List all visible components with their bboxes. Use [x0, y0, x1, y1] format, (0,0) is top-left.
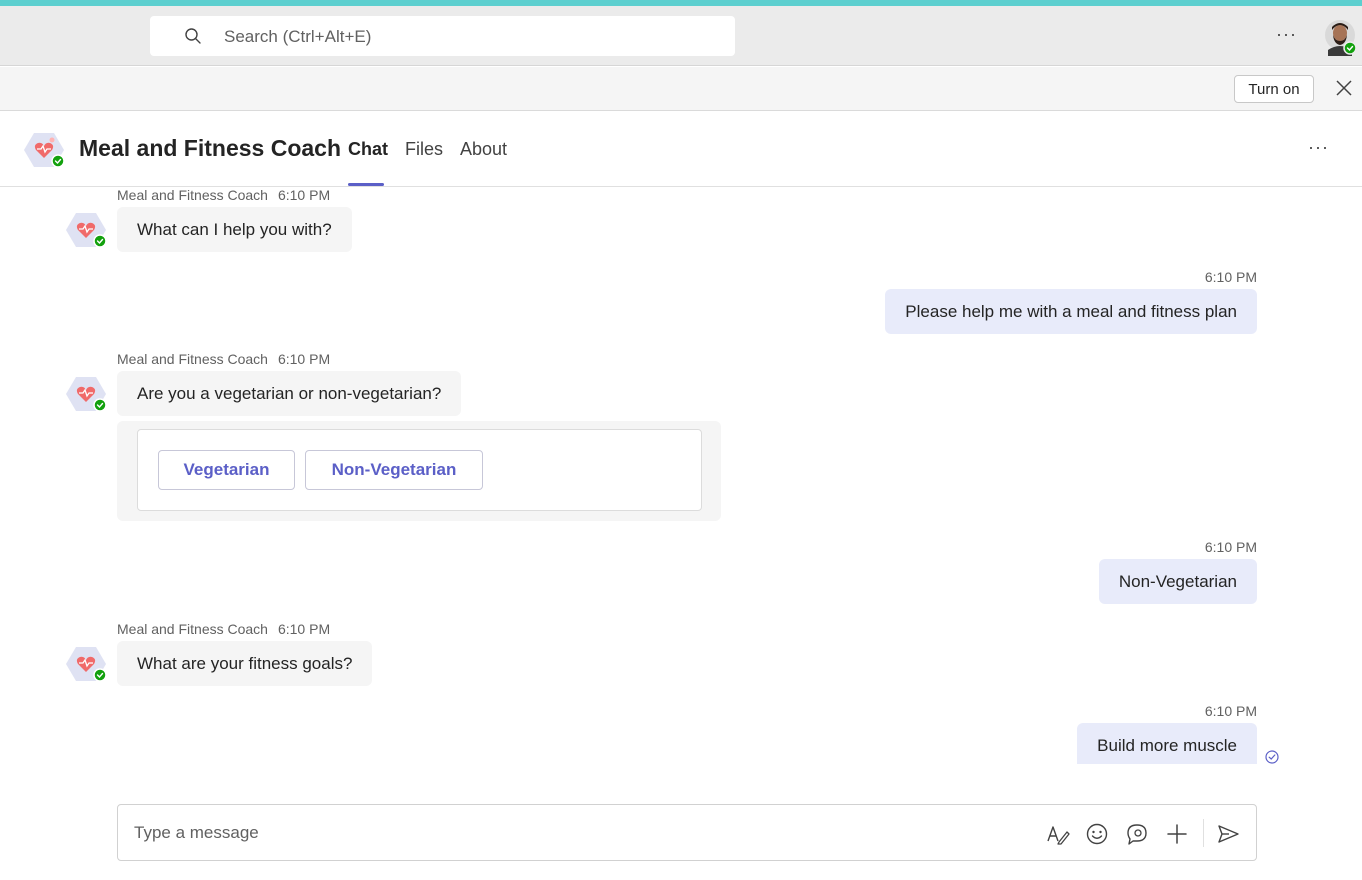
app-header: Meal and Fitness Coach Chat Files About … — [0, 111, 1362, 187]
add-icon[interactable] — [1164, 821, 1190, 847]
turn-on-button[interactable]: Turn on — [1234, 75, 1314, 103]
message-time: 6:10 PM — [1204, 703, 1257, 719]
bot-message-bubble[interactable]: What can I help you with? — [117, 207, 352, 252]
emoji-icon[interactable] — [1084, 821, 1110, 847]
message-composer[interactable]: Type a message — [117, 804, 1257, 861]
adaptive-card: Vegetarian Non-Vegetarian — [137, 429, 702, 511]
tab-about[interactable]: About — [460, 139, 507, 160]
tab-chat[interactable]: Chat — [348, 139, 388, 160]
message-time: 6:10 PM — [1204, 269, 1257, 285]
message-time: 6:10 PM — [277, 187, 331, 203]
close-icon[interactable] — [1334, 78, 1354, 98]
sender-name: Meal and Fitness Coach — [117, 351, 268, 367]
loop-component-icon[interactable] — [1124, 821, 1150, 847]
message-meta: Meal and Fitness Coach 6:10 PM — [117, 351, 330, 367]
user-avatar[interactable] — [1324, 18, 1356, 56]
page-title: Meal and Fitness Coach — [79, 135, 342, 161]
message-input[interactable]: Type a message — [134, 823, 259, 843]
message-meta: Meal and Fitness Coach 6:10 PM — [117, 621, 330, 637]
my-message-bubble[interactable]: Build more muscle — [1077, 723, 1257, 764]
tab-files[interactable]: Files — [405, 139, 443, 160]
format-icon[interactable] — [1045, 821, 1071, 847]
sender-name: Meal and Fitness Coach — [117, 621, 268, 637]
search-box[interactable]: Search (Ctrl+Alt+E) — [150, 16, 735, 56]
read-receipt-icon — [1265, 750, 1279, 764]
bot-avatar-icon — [66, 377, 107, 412]
sender-name: Meal and Fitness Coach — [117, 187, 268, 203]
bot-message-bubble[interactable]: What are your fitness goals? — [117, 641, 373, 686]
bot-message-bubble[interactable]: Are you a vegetarian or non-vegetarian? — [117, 371, 462, 416]
bot-avatar-icon — [66, 647, 107, 682]
my-message-bubble[interactable]: Non-Vegetarian — [1098, 559, 1257, 604]
header-more-button[interactable]: ··· — [1308, 137, 1329, 158]
adaptive-card-container: Vegetarian Non-Vegetarian — [117, 421, 721, 521]
message-time: 6:10 PM — [277, 351, 331, 367]
message-meta: Meal and Fitness Coach 6:10 PM — [117, 187, 330, 203]
search-icon — [185, 28, 201, 44]
message-time: 6:10 PM — [277, 621, 331, 637]
notification-banner: Turn on — [0, 67, 1362, 111]
my-message-bubble[interactable]: Please help me with a meal and fitness p… — [885, 289, 1257, 334]
app-avatar-icon — [24, 133, 65, 168]
search-input[interactable]: Search (Ctrl+Alt+E) — [224, 27, 371, 47]
title-bar: Search (Ctrl+Alt+E) ··· — [0, 6, 1362, 66]
message-time: 6:10 PM — [1204, 539, 1257, 555]
message-list[interactable]: Meal and Fitness Coach 6:10 PM What can I… — [0, 187, 1362, 764]
more-options-button[interactable]: ··· — [1276, 24, 1300, 48]
presence-available-icon — [1343, 41, 1356, 55]
send-icon[interactable] — [1215, 821, 1241, 847]
presence-available-icon — [51, 154, 65, 168]
bot-avatar-icon — [66, 213, 107, 248]
vegetarian-button[interactable]: Vegetarian — [158, 450, 295, 490]
composer-divider — [1203, 819, 1204, 847]
active-tab-indicator — [348, 183, 384, 186]
non-vegetarian-button[interactable]: Non-Vegetarian — [305, 450, 483, 490]
